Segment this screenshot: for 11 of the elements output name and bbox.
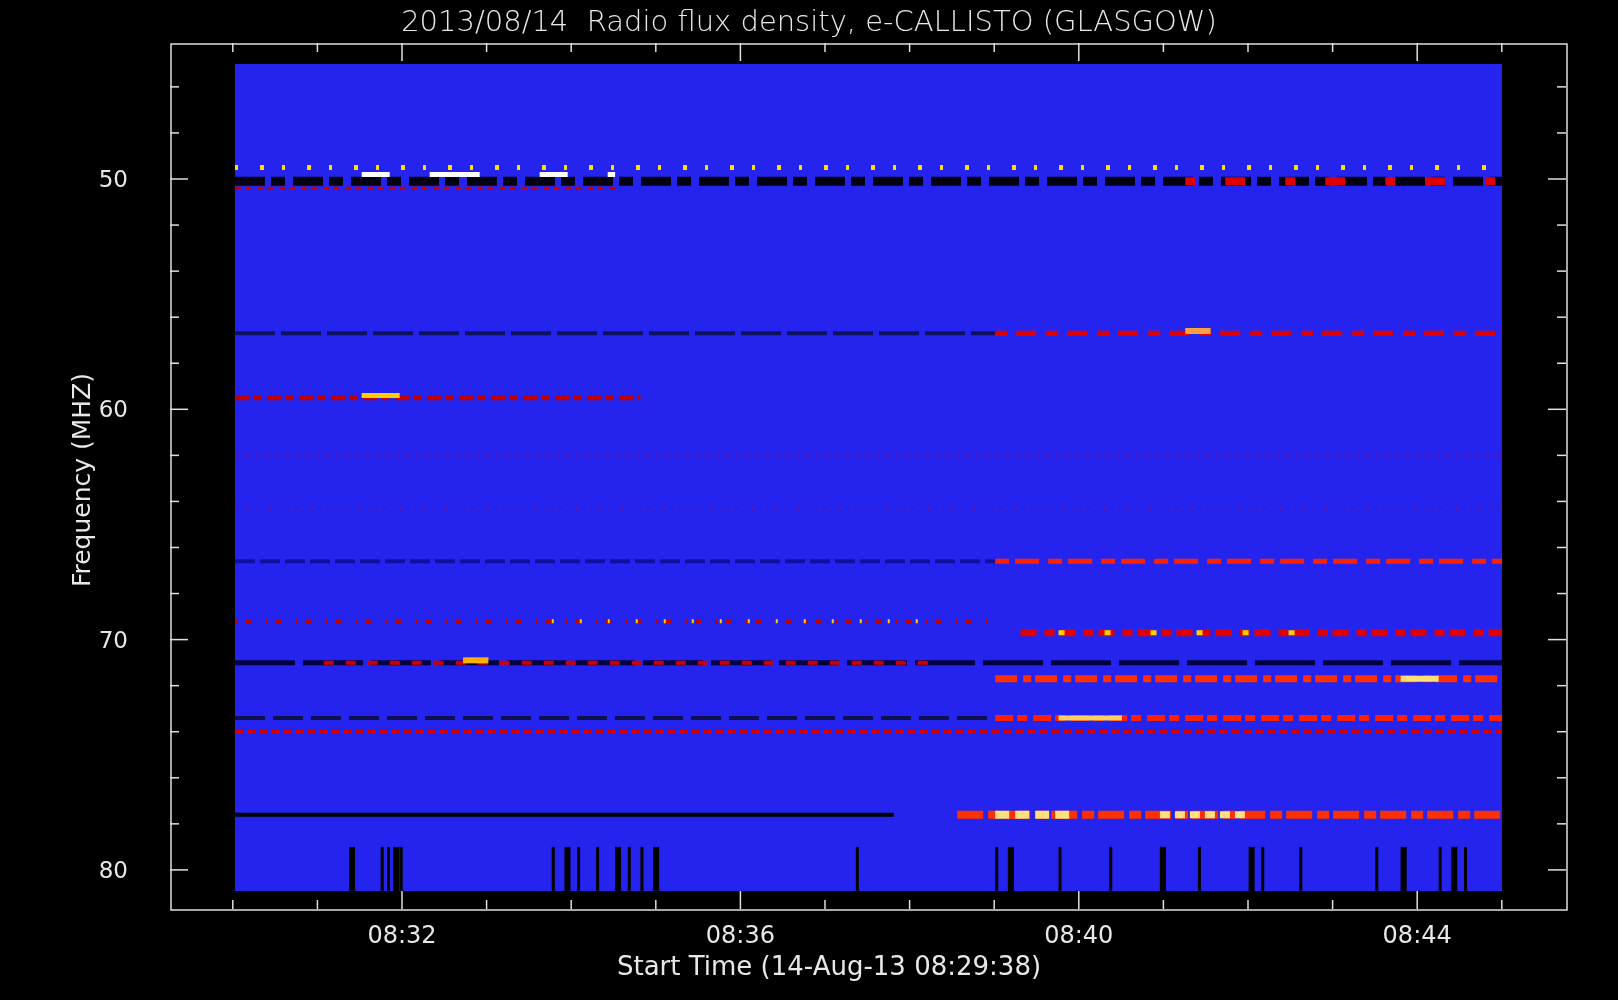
x-tick-label: 08:36 <box>704 921 776 949</box>
x-axis-label: Start Time (14-Aug-13 08:29:38) <box>615 951 1043 981</box>
y-tick-label: 60 <box>98 395 128 424</box>
x-tick-label: 08:40 <box>1043 921 1115 949</box>
y-axis-label: Frequency (MHZ) <box>69 371 95 590</box>
x-tick-label: 08:32 <box>366 921 438 949</box>
y-tick-label: 80 <box>98 855 128 884</box>
y-tick-label: 70 <box>98 625 128 654</box>
chart-title: 2013/08/14 Radio flux density, e-CALLISTO (GLASGOW) <box>401 3 1217 40</box>
y-tick-label: 50 <box>98 165 128 193</box>
x-tick-label: 08:44 <box>1381 921 1453 949</box>
